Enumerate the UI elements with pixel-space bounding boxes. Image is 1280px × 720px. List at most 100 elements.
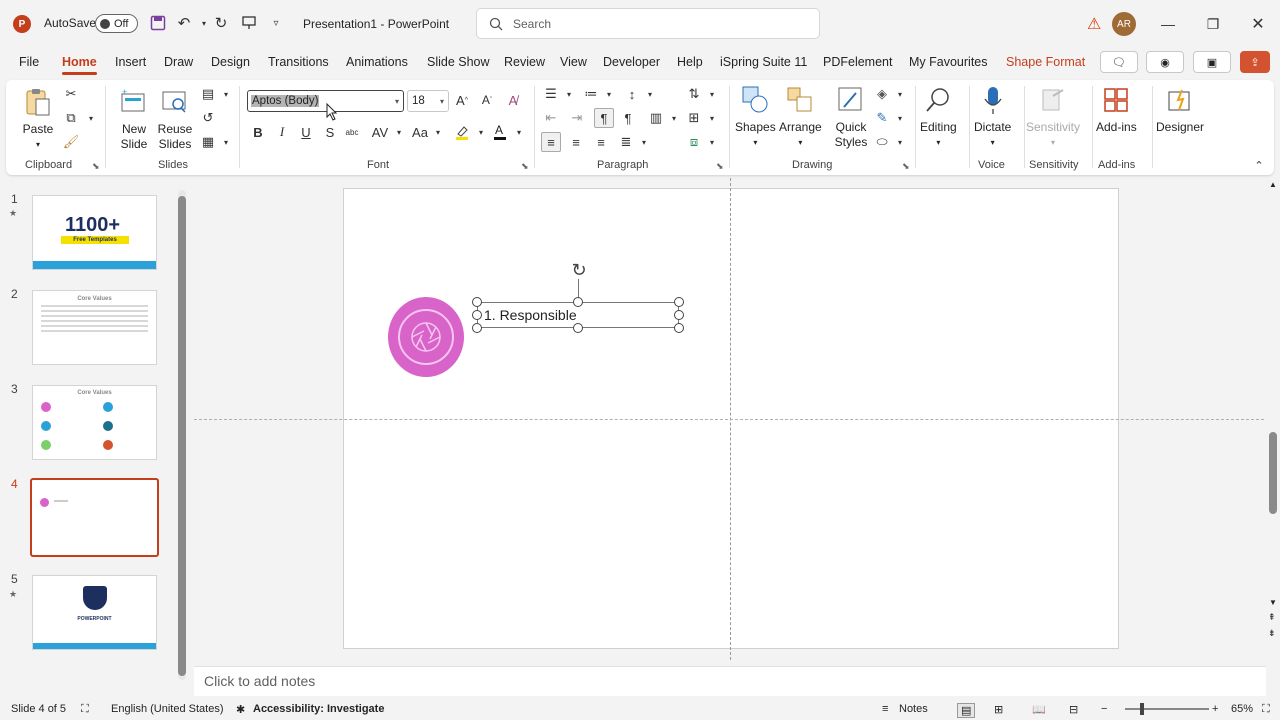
tab-my-favourites[interactable]: My Favourites bbox=[909, 55, 988, 69]
shape-fill-icon[interactable]: ◈ bbox=[872, 84, 892, 104]
case-dropdown-icon[interactable]: ▾ bbox=[428, 122, 448, 142]
sensitivity-button[interactable]: Sensitivity ▾ bbox=[1026, 84, 1080, 150]
tab-developer[interactable]: Developer bbox=[603, 55, 660, 69]
canvas-scrollbar[interactable]: ▲ ▼ ⇞ ⇟ bbox=[1267, 178, 1280, 648]
slide-thumbnail-4[interactable] bbox=[30, 478, 159, 557]
scroll-up-icon[interactable]: ▲ bbox=[1269, 180, 1277, 189]
slide-thumbnail-3[interactable]: Core Values bbox=[32, 385, 157, 460]
justify-dropdown-icon[interactable]: ▾ bbox=[634, 132, 654, 152]
resize-handle-bottom-left[interactable] bbox=[472, 323, 482, 333]
zoom-in-icon[interactable]: + bbox=[1212, 703, 1218, 715]
bold-icon[interactable]: B bbox=[248, 122, 268, 142]
redo-icon[interactable]: ↻ bbox=[211, 13, 231, 33]
font-size-combo[interactable]: 18 ▾ bbox=[407, 90, 449, 112]
minimize-button[interactable]: — bbox=[1148, 10, 1188, 38]
numbering-dropdown-icon[interactable]: ▾ bbox=[599, 84, 619, 104]
slideshow-icon[interactable]: ⊟ bbox=[1069, 703, 1078, 716]
italic-icon[interactable]: I bbox=[272, 122, 292, 142]
change-case-icon[interactable]: Aa bbox=[410, 122, 430, 142]
strikethrough-icon[interactable]: abc bbox=[342, 122, 362, 142]
record-button[interactable]: ◉ bbox=[1146, 51, 1184, 73]
layout-dropdown-icon[interactable]: ▾ bbox=[216, 84, 236, 104]
teams-button[interactable]: ▣ bbox=[1193, 51, 1231, 73]
resize-handle-right[interactable] bbox=[674, 310, 684, 320]
bullets-dropdown-icon[interactable]: ▾ bbox=[559, 84, 579, 104]
collapse-ribbon-icon[interactable]: ⌃ bbox=[1249, 155, 1269, 175]
tab-animations[interactable]: Animations bbox=[346, 55, 408, 69]
tab-design[interactable]: Design bbox=[211, 55, 250, 69]
resize-handle-top-right[interactable] bbox=[674, 297, 684, 307]
reuse-slides-button[interactable]: Reuse Slides bbox=[156, 86, 194, 152]
text-direction-icon[interactable]: ⇅ bbox=[684, 84, 704, 104]
resize-handle-top-left[interactable] bbox=[472, 297, 482, 307]
underline-icon[interactable]: U bbox=[296, 122, 316, 142]
increase-indent-icon[interactable]: ⇥ bbox=[567, 108, 587, 128]
columns-icon[interactable]: ▥ bbox=[646, 108, 666, 128]
resize-handle-bottom-right[interactable] bbox=[674, 323, 684, 333]
paste-button[interactable]: Paste ▾ bbox=[22, 86, 54, 152]
text-direction-dropdown-icon[interactable]: ▾ bbox=[702, 84, 722, 104]
section-dropdown-icon[interactable]: ▾ bbox=[216, 132, 236, 152]
reading-view-icon[interactable]: 📖 bbox=[1032, 703, 1046, 716]
tab-transitions[interactable]: Transitions bbox=[268, 55, 329, 69]
resize-handle-top[interactable] bbox=[573, 297, 583, 307]
align-center-icon[interactable]: ≡ bbox=[566, 132, 586, 152]
addins-button[interactable]: Add-ins bbox=[1096, 84, 1137, 135]
tab-draw[interactable]: Draw bbox=[164, 55, 193, 69]
notes-button[interactable]: Notes bbox=[899, 703, 928, 715]
increase-font-size-icon[interactable]: A ^ bbox=[452, 90, 472, 110]
cut-icon[interactable]: ✂ bbox=[61, 84, 81, 104]
clipboard-launcher-icon[interactable]: ⬊ bbox=[92, 161, 100, 172]
tab-home[interactable]: Home bbox=[62, 55, 97, 75]
text-box-content[interactable]: 1. Responsible bbox=[484, 307, 577, 323]
undo-icon[interactable]: ↶ bbox=[174, 13, 194, 33]
resize-handle-bottom[interactable] bbox=[573, 323, 583, 333]
resize-handle-left[interactable] bbox=[472, 310, 482, 320]
share-button[interactable]: ⇪ bbox=[1240, 51, 1270, 73]
shape-outline-dropdown-icon[interactable]: ▾ bbox=[890, 108, 910, 128]
tab-insert[interactable]: Insert bbox=[115, 55, 146, 69]
columns-dropdown-icon[interactable]: ▾ bbox=[664, 108, 684, 128]
tab-file[interactable]: File bbox=[19, 55, 39, 69]
customize-qat-icon[interactable]: ▿ bbox=[266, 13, 286, 33]
bullets-icon[interactable]: ☰ bbox=[541, 84, 561, 104]
notes-pane[interactable]: Click to add notes bbox=[194, 666, 1266, 696]
next-slide-icon[interactable]: ⇟ bbox=[1268, 628, 1276, 639]
tab-help[interactable]: Help bbox=[677, 55, 703, 69]
shape-outline-icon[interactable]: ✎ bbox=[872, 108, 892, 128]
aperture-circle-shape[interactable] bbox=[388, 297, 464, 377]
autosave-toggle[interactable]: Off bbox=[95, 14, 138, 33]
user-avatar[interactable]: AR bbox=[1112, 12, 1136, 36]
editing-button[interactable]: Editing ▾ bbox=[920, 84, 957, 150]
shape-effects-icon[interactable]: ⬭ bbox=[872, 132, 892, 152]
quick-styles-button[interactable]: Quick Styles bbox=[826, 84, 876, 150]
shadow-icon[interactable]: S bbox=[320, 122, 340, 142]
normal-view-icon[interactable]: ▤ bbox=[957, 703, 976, 718]
justify-icon[interactable]: ≣ bbox=[616, 132, 636, 152]
scroll-down-icon[interactable]: ▼ bbox=[1269, 598, 1277, 607]
highlight-icon[interactable] bbox=[452, 122, 472, 142]
numbering-icon[interactable]: ≔ bbox=[581, 84, 601, 104]
restore-button[interactable]: ❐ bbox=[1193, 10, 1233, 38]
align-text-icon[interactable]: ⊞ bbox=[684, 108, 704, 128]
copy-dropdown-icon[interactable]: ▾ bbox=[81, 108, 101, 128]
clear-formatting-icon[interactable]: A̸ bbox=[503, 90, 523, 110]
tab-pdfelement[interactable]: PDFelement bbox=[823, 55, 892, 69]
copy-icon[interactable]: ⧉ bbox=[61, 108, 81, 128]
search-input[interactable]: Search bbox=[476, 8, 820, 39]
slide-sorter-icon[interactable]: ⊞ bbox=[994, 703, 1003, 716]
rtl-icon[interactable]: ¶ bbox=[618, 108, 638, 128]
previous-slide-icon[interactable]: ⇞ bbox=[1268, 612, 1276, 623]
rotate-handle-icon[interactable]: ↻ bbox=[568, 259, 590, 281]
zoom-out-icon[interactable]: − bbox=[1101, 703, 1107, 715]
fit-slide-icon[interactable]: ⛶ bbox=[1262, 703, 1270, 716]
drawing-launcher-icon[interactable]: ⬊ bbox=[902, 161, 910, 172]
scrollbar-thumb[interactable] bbox=[1269, 432, 1277, 514]
tab-view[interactable]: View bbox=[560, 55, 587, 69]
line-spacing-icon[interactable]: ↕ bbox=[622, 84, 642, 104]
spelling-icon[interactable]: ⛶ bbox=[81, 703, 89, 716]
font-launcher-icon[interactable]: ⬊ bbox=[521, 161, 529, 172]
font-color-icon[interactable]: A bbox=[490, 122, 510, 142]
language-indicator[interactable]: English (United States) bbox=[111, 703, 224, 715]
decrease-indent-icon[interactable]: ⇤ bbox=[541, 108, 561, 128]
